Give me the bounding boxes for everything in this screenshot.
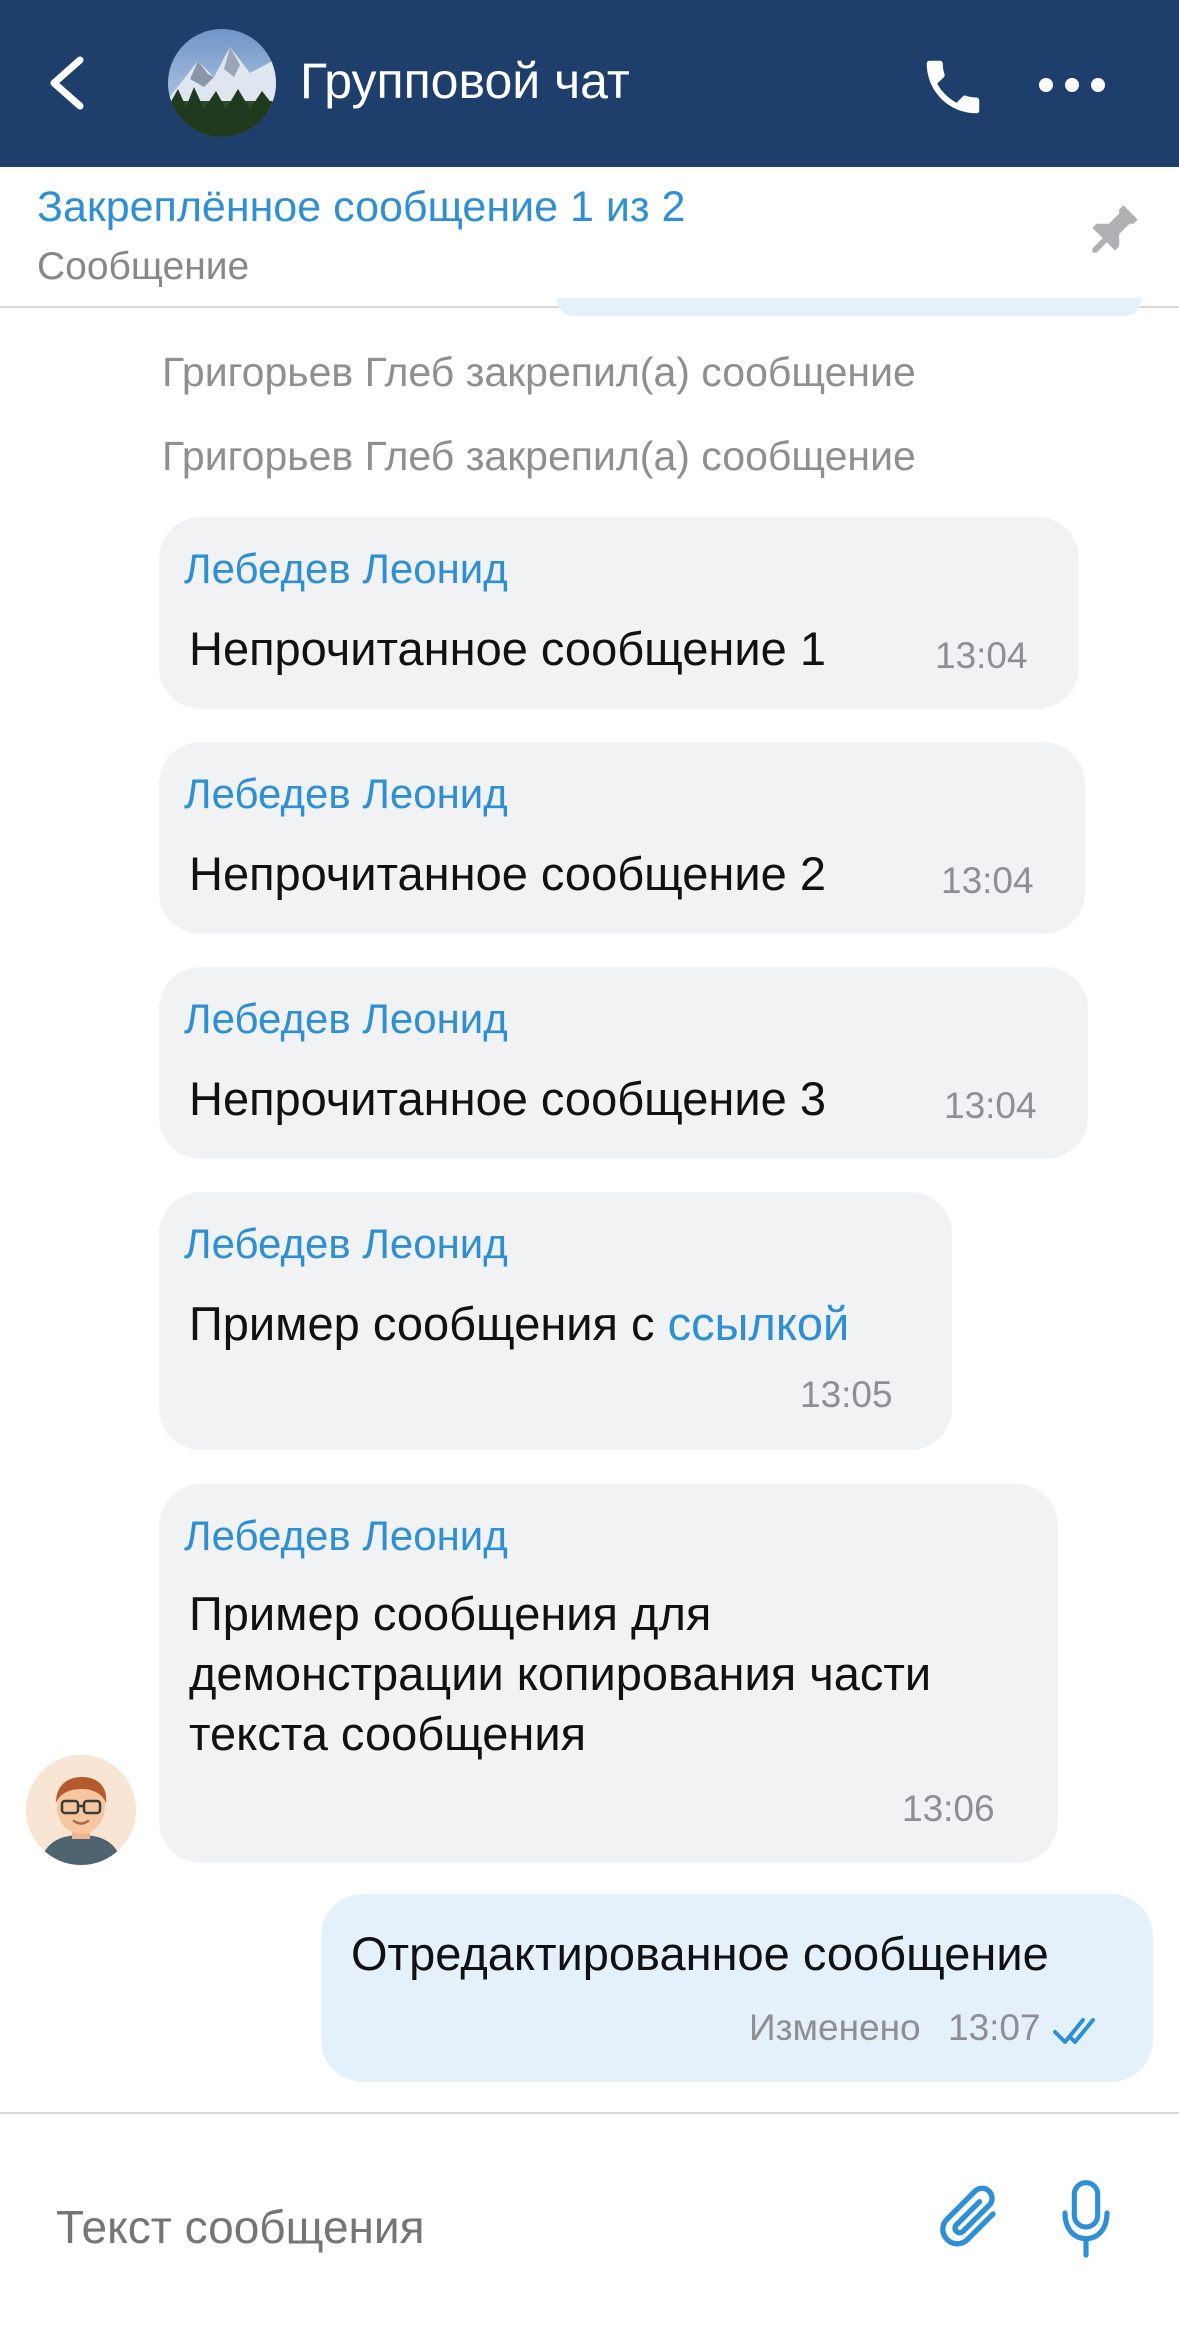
message-author[interactable]: Лебедев Леонид [184,1220,508,1268]
message-text-line: демонстрации копирования части [189,1647,932,1700]
message-time: 13:05 [800,1374,893,1415]
message-time: 13:06 [902,1788,995,1829]
chat-header: Групповой чат [0,0,1179,167]
paperclip-icon [940,2185,996,2247]
message-bubble[interactable]: Лебедев Леонид Непрочитанное сообщение 1… [159,517,1079,709]
message-time: 13:04 [935,635,1028,676]
message-bubble[interactable]: Лебедев Леонид Непрочитанное сообщение 2… [159,742,1085,934]
message-bubble[interactable]: Лебедев Леонид Непрочитанное сообщение 3… [159,967,1088,1159]
pinned-subtitle: Сообщение [37,245,250,288]
message-author[interactable]: Лебедев Леонид [184,770,508,818]
edited-label: Изменено [749,2007,921,2048]
back-button[interactable] [40,48,100,118]
previous-bubble-edge [556,298,1142,316]
message-time: 13:04 [944,1085,1037,1126]
phone-icon [926,60,980,114]
message-author[interactable]: Лебедев Леонид [184,995,508,1043]
message-author[interactable]: Лебедев Леонид [184,545,508,593]
message-text: Пример сообщения для демонстрации копиро… [189,1584,931,1764]
system-message: Григорьев Глеб закрепил(а) сообщение [162,433,916,479]
pin-icon[interactable] [1078,197,1148,267]
message-text: Пример сообщения с ссылкой [189,1294,849,1354]
message-text-line: Пример сообщения для [189,1587,712,1640]
chevron-left-icon [50,56,84,110]
pinned-message-bar[interactable]: Закреплённое сообщение 1 из 2 Сообщение [0,167,1179,308]
message-text-line: текста сообщения [189,1707,587,1760]
message-text: Непрочитанное сообщение 2 [189,847,826,900]
message-bubble[interactable]: Лебедев Леонид Пример сообщения для демо… [159,1484,1058,1863]
message-input[interactable] [56,2200,876,2254]
message-text: Непрочитанное сообщение 3 [189,1072,826,1125]
own-message-bubble[interactable]: Отредактированное сообщение Изменено 13:… [321,1894,1153,2082]
pinned-title: Закреплённое сообщение 1 из 2 [37,183,686,231]
message-composer [0,2112,1179,2338]
own-message-time: 13:07 [948,2007,1041,2048]
chat-title[interactable]: Групповой чат [300,52,630,110]
message-text: Непрочитанное сообщение 1 [189,622,826,675]
attach-button[interactable] [936,2178,1008,2262]
more-button[interactable] [1032,60,1112,110]
system-message: Григорьев Глеб закрепил(а) сообщение [162,349,916,395]
microphone-button[interactable] [1058,2174,1114,2266]
double-check-icon [1053,2014,1105,2048]
microphone-icon [1062,2180,1110,2258]
chat-avatar[interactable] [168,29,276,137]
message-time: 13:04 [941,860,1034,901]
call-button[interactable] [918,52,988,122]
more-horizontal-icon [1039,78,1105,92]
message-bubble[interactable]: Лебедев Леонид Пример сообщения с ссылко… [159,1192,952,1450]
message-author[interactable]: Лебедев Леонид [184,1512,508,1560]
message-link[interactable]: ссылкой [668,1297,850,1350]
message-text-prefix: Пример сообщения с [189,1297,668,1350]
sender-avatar[interactable] [26,1755,136,1865]
own-message-text: Отредактированное сообщение [351,1927,1049,1980]
